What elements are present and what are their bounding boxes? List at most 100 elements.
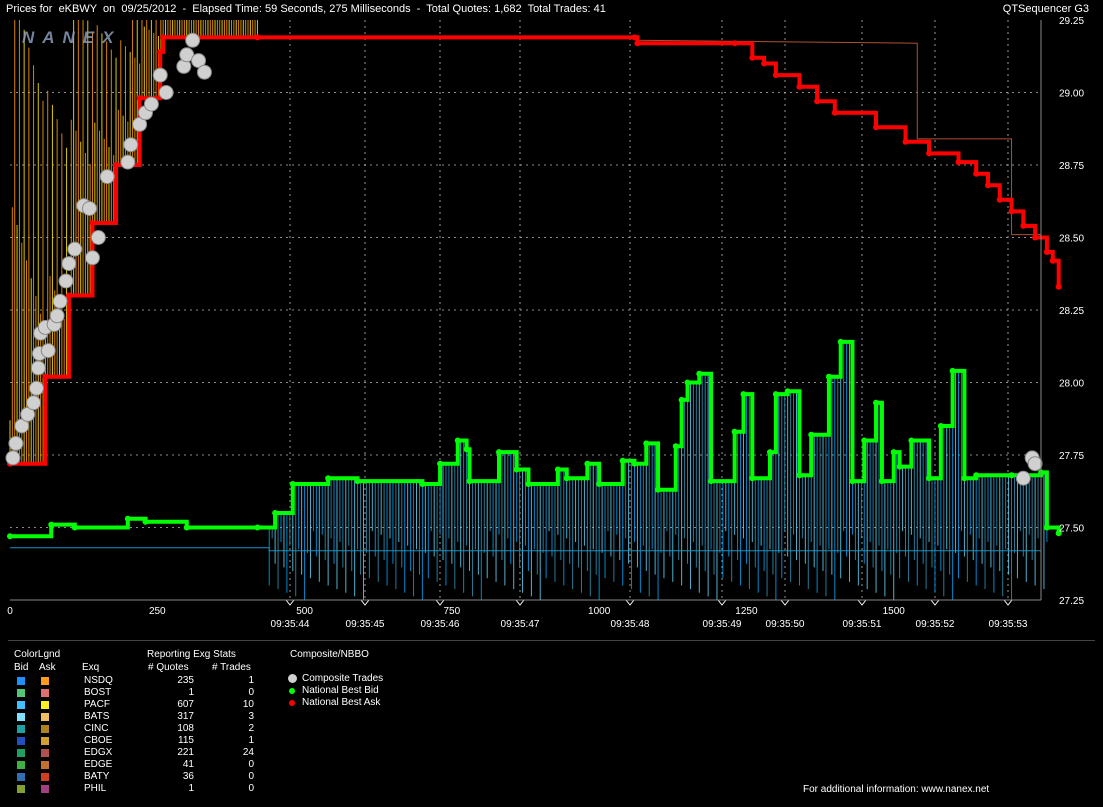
trade-point — [67, 241, 83, 257]
legend-header-stats: Reporting Exg Stats — [147, 649, 236, 660]
exchange-trade-count: 1 — [248, 675, 254, 686]
time-tick-marker — [780, 599, 790, 606]
bid-point — [584, 460, 591, 467]
ask-point — [973, 170, 980, 177]
exchange-quote-count: 41 — [182, 759, 194, 770]
bid-point — [731, 428, 738, 435]
x-tick-label: 250 — [149, 606, 166, 617]
ask-point — [113, 162, 120, 168]
bid-point — [289, 481, 296, 487]
bid-point — [596, 481, 603, 487]
bid-color-swatch — [17, 761, 25, 769]
y-tick-label: 29.00 — [1059, 89, 1084, 100]
time-tick-marker — [435, 599, 445, 606]
legend-header-composite: Composite/NBBO — [290, 649, 369, 660]
bid-point — [808, 431, 815, 438]
y-tick-label: 28.25 — [1059, 306, 1084, 317]
ask-point — [831, 109, 838, 116]
bid-color-swatch — [17, 725, 25, 733]
y-tick-label: 27.25 — [1059, 596, 1084, 607]
composite-marker — [288, 674, 297, 683]
bid-point — [908, 437, 915, 444]
bid-color-swatch — [17, 689, 25, 697]
x-tick-label: 0 — [7, 606, 13, 617]
exchange-name: PHIL — [84, 783, 107, 794]
bid-point — [961, 475, 968, 482]
exchange-trade-count: 3 — [248, 711, 254, 722]
trade-point — [29, 380, 45, 396]
y-tick-label: 28.50 — [1059, 234, 1084, 245]
trade-point — [158, 85, 174, 100]
trade-point — [61, 256, 77, 272]
bid-point — [861, 437, 868, 444]
trade-point — [49, 308, 65, 324]
composite-legend-label: National Best Ask — [302, 697, 381, 708]
exchange-trade-count: 10 — [242, 699, 254, 710]
bid-point — [937, 423, 944, 429]
ask-point — [254, 34, 261, 41]
legend-header-colorlgnd: ColorLgnd — [14, 649, 61, 660]
ask-point — [1032, 234, 1039, 241]
bid-point — [71, 524, 78, 531]
exchange-quote-count: 607 — [177, 699, 194, 710]
ask-color-swatch — [41, 737, 49, 745]
ask-point — [136, 95, 143, 102]
bid-point — [454, 437, 461, 444]
time-tick-label: 09:35:53 — [989, 619, 1028, 630]
bid-point — [708, 478, 715, 485]
bid-point — [926, 475, 933, 482]
bid-point — [466, 478, 473, 485]
ask-color-swatch — [41, 761, 49, 769]
ask-point — [65, 292, 72, 299]
bid-point — [325, 475, 332, 482]
time-tick-marker — [857, 599, 867, 606]
exchange-quote-count: 317 — [177, 711, 194, 722]
bid-point — [749, 475, 756, 482]
trade-point — [26, 395, 42, 411]
bid-point — [825, 373, 832, 380]
y-tick-label: 28.75 — [1059, 161, 1084, 172]
bid-point — [419, 481, 426, 487]
exchange-trade-count: 2 — [248, 723, 254, 734]
y-tick-label: 27.75 — [1059, 451, 1084, 462]
trade-point — [196, 64, 212, 80]
bid-point — [973, 472, 980, 479]
time-tick-marker — [285, 599, 295, 606]
exchange-quote-count: 36 — [182, 771, 194, 782]
time-tick-label: 09:35:44 — [271, 619, 310, 630]
ask-point — [42, 373, 49, 380]
legend-header-trades: # Trades — [212, 662, 251, 673]
time-tick-marker — [930, 599, 940, 606]
ask-color-swatch — [41, 701, 49, 709]
bid-point — [1008, 472, 1015, 479]
time-tick-label: 09:35:51 — [843, 619, 882, 630]
bid-point — [513, 466, 520, 473]
exchange-trade-count: 0 — [248, 759, 254, 770]
ask-color-swatch — [41, 785, 49, 793]
bid-color-swatch — [17, 785, 25, 793]
x-tick-label: 500 — [296, 606, 313, 617]
bid-point — [437, 460, 444, 467]
bid-point — [837, 338, 844, 345]
time-tick-label: 09:35:49 — [703, 619, 742, 630]
trade-point — [185, 32, 201, 48]
bid-point — [619, 457, 626, 464]
bid-point — [678, 396, 685, 403]
bid-point — [784, 388, 791, 395]
ask-point — [796, 83, 803, 90]
bid-point — [463, 446, 470, 453]
bid-point — [684, 379, 691, 386]
time-tick-marker — [717, 599, 727, 606]
bid-point — [124, 515, 131, 522]
bid-point — [672, 443, 679, 450]
exchange-name: PACF — [84, 699, 110, 710]
time-tick-label: 09:35:46 — [421, 619, 460, 630]
bid-point — [631, 460, 638, 467]
bid-point — [142, 518, 149, 525]
bid-point — [354, 478, 361, 485]
time-tick-marker — [360, 599, 370, 606]
ask-point — [749, 54, 756, 61]
bid-point — [183, 524, 190, 531]
y-tick-label: 29.25 — [1059, 16, 1084, 27]
exchange-quote-count: 108 — [177, 723, 194, 734]
